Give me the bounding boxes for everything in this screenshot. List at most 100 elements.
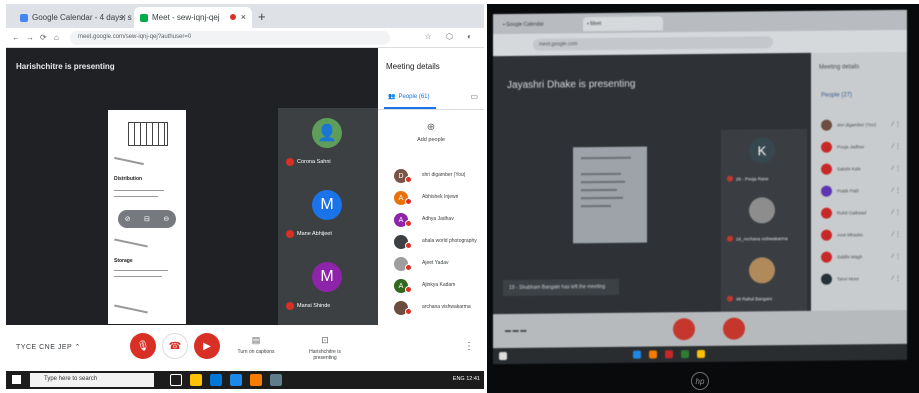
avatar [821,141,832,153]
meet-control-bar: ▬ ▬ ▬ [493,309,907,349]
slide-text-line [114,276,162,277]
chat-icon[interactable]: ▭ [470,92,478,101]
slide-text-line [581,180,625,184]
list-item[interactable]: A Ajinkya Kadam [378,276,484,298]
tab-google-calendar: ▪ Google Calendar [503,21,544,29]
list-item[interactable]: archana vishwakarma [378,298,484,320]
home-icon[interactable]: ⌂ [54,33,59,42]
panel-title: Meeting details [386,62,440,71]
taskbar-search[interactable]: Type here to search [30,373,154,387]
participant-name: Amit Mhaske [837,232,864,238]
list-item[interactable]: A Abhishek Injewri [378,188,484,210]
tab-title: Google Calendar - 4 days, startin [32,13,132,22]
new-tab-button[interactable]: + [258,9,266,24]
close-tab-icon[interactable]: × [241,12,246,22]
mute-icon: ⁄ ⋮ [892,121,901,128]
slide-diagram [128,122,168,146]
mic-off-icon [405,220,412,227]
list-item: Siddhi Wagh ⁄ ⋮ [811,248,907,267]
present-button[interactable]: ⊡ Harishchitre is presenting [298,335,352,361]
participant-tile: K 26 - Pooja Rane [721,129,807,190]
tab-google-calendar[interactable]: Google Calendar - 4 days, startin × [14,7,132,28]
camera-toggle-button[interactable]: ▶ [194,333,220,359]
back-icon[interactable]: ← [12,33,20,42]
participant-tile[interactable]: 👤 Corona Sahni [278,108,378,176]
edge-icon[interactable] [230,374,242,386]
minimize-icon[interactable]: ⊖ [163,215,169,223]
pointer-icon[interactable]: ⊘ [125,215,131,223]
panel-title: Meeting details [819,64,860,71]
more-options-icon[interactable]: ⋮ [464,341,474,352]
participant-name: Ajeet Yadav [422,260,449,266]
chrome-icon[interactable] [250,374,262,386]
slide-line [114,238,148,248]
people-panel: Meeting details 👥 People (61) ▭ ⊕ Add pe… [378,48,484,325]
people-icon: 👥 [388,94,396,100]
file-explorer-icon[interactable] [190,374,202,386]
mic-off-icon [405,242,412,249]
url-field[interactable]: meet.google.com/sew-iqnj-qej?authuser=0 [70,31,390,45]
windows-start-icon[interactable] [12,375,21,384]
list-item[interactable]: Ajeet Yadav [378,254,484,276]
leave-call-button[interactable]: ☎ [162,333,188,359]
avatar [821,163,832,175]
list-item[interactable]: ahala world photography [378,232,484,254]
meet-icon [140,13,148,22]
mute-icon: ⁄ ⋮ [892,143,901,150]
system-tray[interactable]: ENG 12:41 [453,376,480,382]
captions-button[interactable]: ▤ Turn on captions [234,335,278,355]
mic-off-icon [405,264,412,271]
participant-name: archana vishwakarma [422,304,471,310]
slide-text-line [114,270,168,271]
mic-off-icon [405,286,412,293]
fullscreen-icon[interactable]: ⊟ [144,215,150,223]
mic-toggle-button[interactable]: 🎙 [130,333,156,359]
task-view-icon[interactable] [170,374,182,386]
participant-name: Siddhi Wagh [837,254,863,260]
list-item[interactable]: D shri digamber (You) [378,166,484,188]
avatar: 👤 [312,118,342,148]
tab-people[interactable]: 👥 People (61) [384,93,436,109]
meet-stage: Harishchitre is presenting Distribution … [6,48,378,325]
mute-icon: ⁄ ⋮ [892,187,901,194]
mute-icon: ⁄ ⋮ [892,253,901,260]
laptop-photo: ▪ Google Calendar ▪ Meet meet.google.com… [487,4,919,393]
left-meeting-notice: 19 - Shubham Bangale has left the meetin… [503,278,619,297]
participant-tile[interactable]: M Mansi Shinde [278,252,378,320]
participant-name: ahala world photography [422,238,477,244]
add-people-button[interactable]: ⊕ Add people [406,122,456,143]
people-count: People (61) [398,93,430,100]
participant-name: Adhya Jadhav [422,216,454,222]
presenting-banner: Jayashri Dhake is presenting [507,78,636,92]
participant-tiles: K 26 - Pooja Rane 16_Archana vishwakarma [721,128,807,312]
forward-icon[interactable]: → [26,33,34,42]
app-icon[interactable] [270,374,282,386]
participant-name: 26 - Pooja Rane [736,175,769,182]
tab-google-meet[interactable]: Meet - sew-iqnj-qej × [134,7,252,28]
tab-google-meet: ▪ Meet [583,16,663,32]
mic-off-icon [727,235,733,242]
close-tab-icon[interactable]: × [121,12,126,22]
slide-text-line [581,156,631,160]
tile-label: Mane Abhijeet [286,230,332,238]
avatar [749,197,775,224]
reload-icon[interactable]: ⟳ [40,33,47,42]
shared-slide [573,146,647,244]
meeting-code[interactable]: TYCE CNE JEP ⌃ [16,343,81,351]
presenting-banner: Harishchitre is presenting [16,62,115,71]
participant-tile[interactable]: M Mane Abhijeet [278,180,378,248]
calendar-icon [20,13,28,22]
store-icon[interactable] [210,374,222,386]
meeting-code-text: TYCE CNE JEP [16,344,73,351]
mute-icon: ⁄ ⋮ [892,275,901,282]
avatar: M [312,262,342,292]
participant-name: Pratik Patil [837,188,859,194]
add-people-label: Add people [417,137,445,143]
extension-icons[interactable]: ☆ ⬡ ◐ [425,32,478,41]
participant-tile: 49 Rahul Bangare [721,249,807,310]
avatar [821,119,832,131]
tab-title: Meet - sew-iqnj-qej [152,13,220,22]
list-item[interactable]: A Adhya Jadhav [378,210,484,232]
mic-off-icon [405,176,412,183]
presenter-controls[interactable]: ⊘ ⊟ ⊖ [118,210,176,228]
